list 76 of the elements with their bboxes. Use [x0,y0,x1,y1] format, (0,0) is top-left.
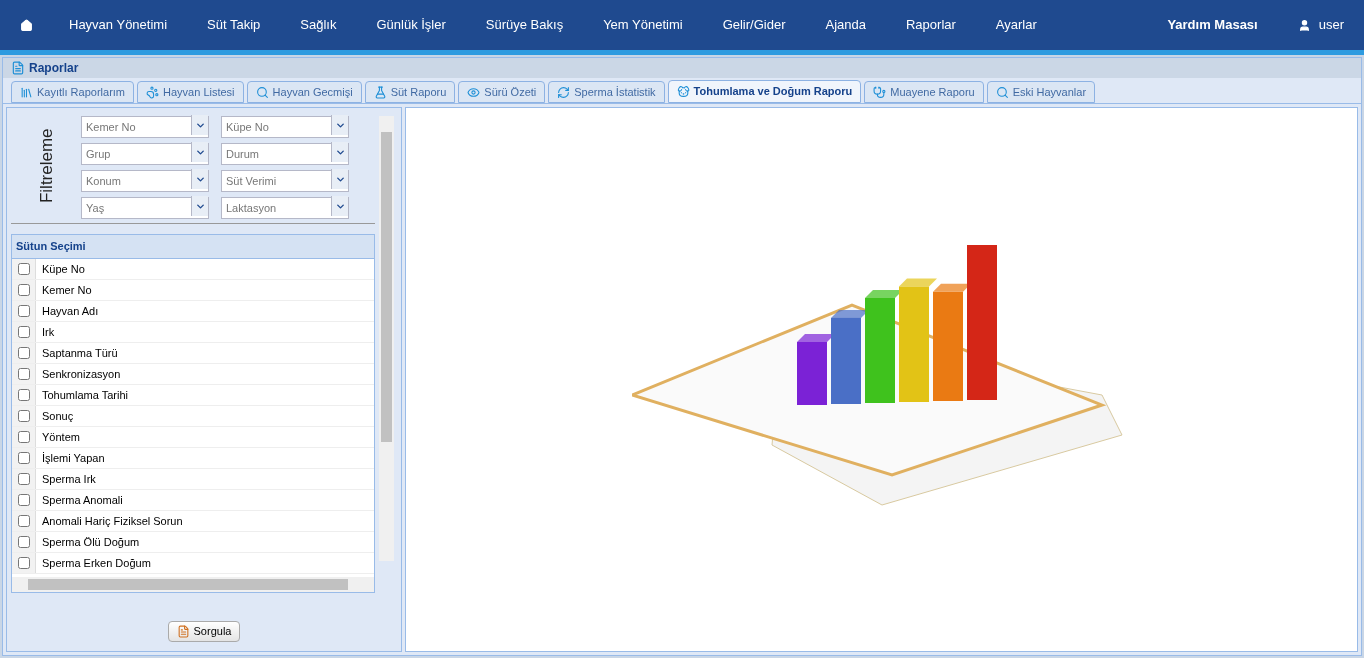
column-checkbox[interactable] [17,473,30,485]
column-checkbox[interactable] [17,368,30,380]
column-label: Kemer No [41,282,92,298]
user-icon [1297,18,1311,32]
column-checkbox[interactable] [17,536,30,548]
report-tab[interactable]: Süt Raporu [364,81,456,103]
column-label: İşlemi Yapan [41,450,105,466]
panel-title: Raporlar [29,60,79,77]
nav-link[interactable]: Hayvan Yönetimi [69,15,168,35]
dropdown-button[interactable] [191,169,208,189]
column-checkbox[interactable] [17,263,30,275]
column-checkbox[interactable] [17,494,30,506]
column-label: Tohumlama Tarihi [41,387,128,403]
refresh-icon [557,85,571,99]
column-label: Sperma Erken Doğum [41,555,151,571]
nav-link[interactable]: Süt Takip [207,15,261,35]
query-button[interactable]: Sorgula [167,620,241,642]
column-label: Hayvan Adı [41,303,99,319]
nav-link[interactable]: Sağlık [300,15,337,35]
paw-icon [146,85,160,99]
column-checkbox[interactable] [17,284,30,296]
column-checkbox[interactable] [17,389,30,401]
help-desk-link[interactable]: Yardım Masası [1167,15,1258,35]
column-checkbox[interactable] [17,326,30,338]
column-selection-header: Sütun Seçimi [12,235,374,259]
column-label: Sperma Ölü Doğum [41,534,140,550]
report-tab[interactable]: Kayıtlı Raporlarım [11,81,135,103]
nav-link[interactable]: Günlük İşler [376,15,446,35]
report-tab[interactable]: Sürü Özeti [458,81,546,103]
column-label: Sonuç [41,408,74,424]
books-icon [20,85,33,99]
search-icon [995,85,1009,99]
report-tab[interactable]: Eski Hayvanlar [986,81,1096,103]
column-checkbox[interactable] [17,347,30,359]
column-checkbox[interactable] [17,557,30,569]
column-checkbox[interactable] [17,452,30,464]
report-tab[interactable]: Sperma İstatistik [548,81,665,103]
stethoscope-icon [873,85,887,99]
home-icon[interactable] [20,18,33,32]
report-tab[interactable]: Muayene Raporu [864,81,984,103]
notepad-icon [176,624,190,638]
nav-link[interactable]: Sürüye Bakış [485,15,564,35]
column-label: Saptanma Türü [41,345,118,361]
nav-link[interactable]: Ayarlar [995,15,1037,35]
dropdown-button[interactable] [331,142,348,162]
filter-heading: Filtreleme [35,128,57,203]
column-label: Sperma Irk [41,471,96,487]
column-label: Sperma Anomali [41,492,123,508]
column-label: Küpe No [41,261,85,277]
dropdown-button[interactable] [331,196,348,216]
report-tab[interactable]: Hayvan Gecmişi [246,81,362,103]
column-label: Irk [41,324,55,340]
dropdown-button[interactable] [191,196,208,216]
column-checkbox[interactable] [17,410,30,422]
dropdown-button[interactable] [191,115,208,135]
report-tab[interactable]: Hayvan Listesi [137,81,244,103]
column-checkbox[interactable] [17,305,30,317]
nav-link[interactable]: Yem Yönetimi [603,15,683,35]
dropdown-button[interactable] [331,115,348,135]
user-menu[interactable]: user [1318,15,1344,35]
column-label: Senkronizasyon [41,366,121,382]
eye-icon [467,85,481,99]
column-checkbox[interactable] [17,431,30,443]
document-icon [11,61,25,75]
nav-link[interactable]: Gelir/Gider [722,15,786,35]
nav-link[interactable]: Ajanda [825,15,866,35]
dropdown-button[interactable] [331,169,348,189]
nav-link[interactable]: Raporlar [906,15,956,35]
flask-icon [373,85,387,99]
report-tab[interactable]: Tohumlama ve Doğum Raporu [667,80,862,103]
column-label: Anomali Hariç Fiziksel Sorun [41,513,183,529]
dog-icon [676,85,690,98]
column-label: Yöntem [41,429,80,445]
dropdown-button[interactable] [191,142,208,162]
column-checkbox[interactable] [17,515,30,527]
search-icon [255,85,269,99]
